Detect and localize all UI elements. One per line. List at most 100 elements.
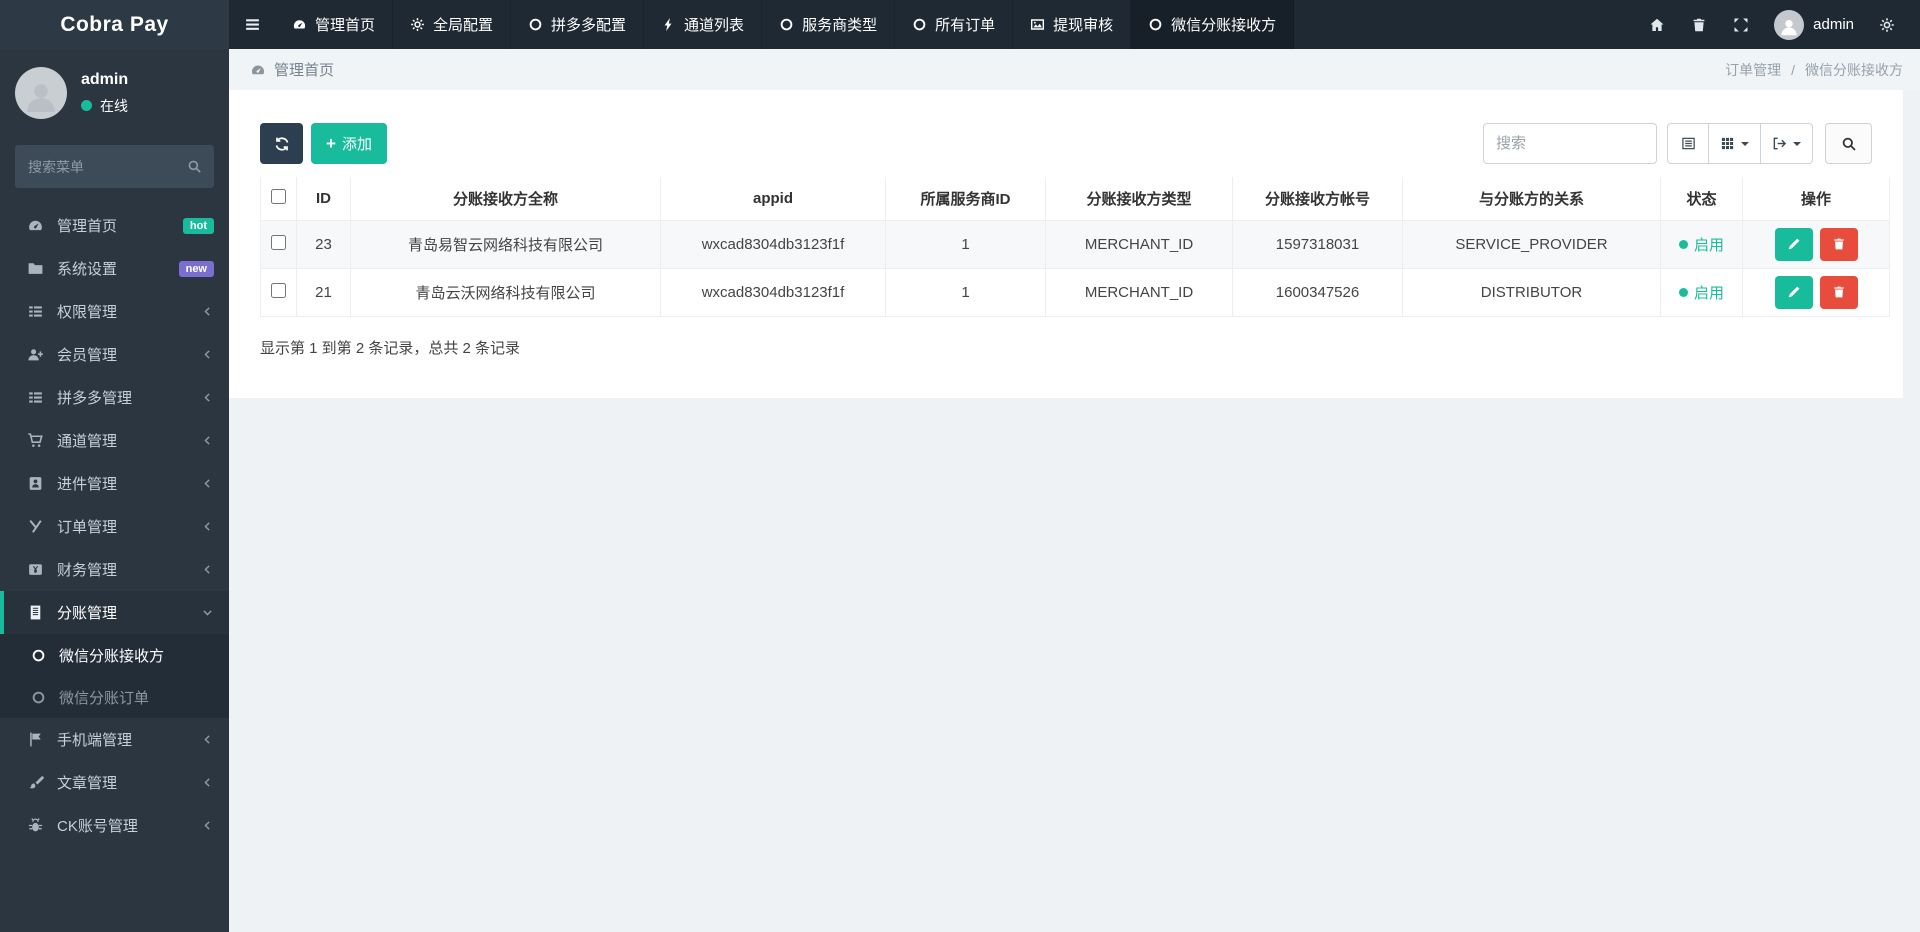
circle-icon (529, 18, 542, 31)
breadcrumb-separator: / (1791, 61, 1795, 78)
chevron-left-icon (201, 305, 214, 318)
bug-icon (28, 818, 43, 832)
sidebar-profile: admin 在线 (0, 49, 229, 135)
status-dot-icon (1678, 239, 1688, 249)
tab-pdd-config[interactable]: 拼多多配置 (511, 0, 645, 49)
username-label: admin (1813, 16, 1854, 33)
tab-label: 微信分账接收方 (1171, 17, 1277, 34)
avatar (1774, 9, 1805, 40)
sidebar-item-system-settings[interactable]: 系统设置 new (0, 247, 229, 290)
delete-button[interactable] (1819, 275, 1858, 309)
sidebar-item-wechat-sharing-orders[interactable]: 微信分账订单 (0, 676, 229, 718)
row-checkbox[interactable] (271, 234, 286, 250)
chevron-left-icon (201, 434, 214, 447)
sidebar-item-articles[interactable]: 文章管理 (0, 761, 229, 804)
menu-search (15, 145, 214, 188)
tab-label: 拼多多配置 (551, 17, 627, 34)
sidebar-item-ck-accounts[interactable]: CK账号管理 (0, 804, 229, 847)
tab-label: 管理首页 (315, 17, 376, 34)
sidebar-item-permissions[interactable]: 权限管理 (0, 290, 229, 333)
sidebar-item-mobile[interactable]: 手机端管理 (0, 718, 229, 761)
image-icon (1031, 19, 1045, 30)
chevron-left-icon (201, 520, 214, 533)
tab-all-orders[interactable]: 所有订单 (895, 0, 1014, 49)
circle-icon (913, 18, 926, 31)
sidebar-item-finance[interactable]: 财务管理 (0, 548, 229, 591)
circle-icon (780, 18, 793, 31)
tab-wechat-receivers[interactable]: 微信分账接收方 (1131, 0, 1295, 49)
topbar-right: admin (1636, 0, 1920, 49)
detail-view-button[interactable] (1667, 123, 1709, 164)
cell-relation: DISTRIBUTOR (1402, 267, 1661, 317)
tab-provider-type[interactable]: 服务商类型 (762, 0, 896, 49)
sidebar-item-channels[interactable]: 通道管理 (0, 419, 229, 462)
settings-button[interactable] (1866, 0, 1908, 49)
gauge-icon (29, 220, 42, 231)
table-search-input[interactable] (1483, 123, 1657, 164)
sidebar-item-orders[interactable]: 订单管理 (0, 505, 229, 548)
detail-list-icon (1681, 137, 1695, 150)
fullscreen-button[interactable] (1720, 0, 1762, 49)
refresh-button[interactable] (260, 123, 303, 164)
sidebar-item-dashboard[interactable]: 管理首页 hot (0, 204, 229, 247)
sidebar-item-wechat-receivers[interactable]: 微信分账接收方 (0, 634, 229, 676)
search-button[interactable] (1825, 123, 1872, 164)
edit-button[interactable] (1774, 275, 1813, 309)
tab-withdraw-review[interactable]: 提现审核 (1013, 0, 1132, 49)
gears-icon (1880, 17, 1894, 32)
record-summary: 显示第 1 到第 2 条记录，总共 2 条记录 (260, 339, 521, 357)
delete-button[interactable] (1819, 227, 1858, 261)
status-badge: 启用 (1678, 282, 1724, 303)
online-status: 在线 (81, 96, 128, 116)
trash-icon (1833, 286, 1844, 298)
sidebar-item-onboarding[interactable]: 进件管理 (0, 462, 229, 505)
folder-icon (28, 263, 43, 274)
list-icon (29, 306, 42, 317)
top-nav: 管理首页 全局配置 拼多多配置 通道列表 服务商类型 所有订单 提现审核 微信分… (229, 0, 1636, 49)
chevron-left-icon (201, 563, 214, 576)
tab-label: 服务商类型 (802, 17, 878, 34)
sidebar-toggle-button[interactable] (229, 0, 275, 49)
user-menu[interactable]: admin (1762, 9, 1866, 40)
online-label: 在线 (100, 97, 128, 114)
cell-id: 21 (296, 267, 351, 317)
status-badge: 启用 (1678, 234, 1724, 255)
columns-button[interactable] (1709, 123, 1761, 164)
breadcrumb-home-link[interactable]: 管理首页 (250, 59, 334, 80)
breadcrumb-bar: 管理首页 订单管理 / 微信分账接收方 (229, 49, 1920, 90)
col-header-type: 分账接收方类型 (1045, 177, 1233, 221)
trash-icon (1693, 18, 1705, 31)
pointer-icon (29, 520, 42, 533)
home-button[interactable] (1636, 0, 1678, 49)
chevron-left-icon (201, 391, 214, 404)
gauge-icon (293, 20, 306, 29)
tab-global-config[interactable]: 全局配置 (393, 0, 512, 49)
sidebar-item-members[interactable]: 会员管理 (0, 333, 229, 376)
row-checkbox[interactable] (271, 282, 286, 298)
brush-icon (29, 776, 44, 789)
tab-channel-list[interactable]: 通道列表 (644, 0, 763, 49)
menu-search-input[interactable] (15, 145, 214, 188)
table-view-button-group (1667, 123, 1813, 164)
tab-dashboard[interactable]: 管理首页 (275, 0, 394, 49)
add-button[interactable]: + 添加 (311, 123, 387, 164)
sidebar-item-profit-sharing[interactable]: 分账管理 (0, 591, 229, 634)
cart-icon (28, 433, 43, 447)
clear-cache-button[interactable] (1678, 0, 1720, 49)
cell-name: 青岛易智云网络科技有限公司 (350, 219, 661, 269)
profit-sharing-submenu: 微信分账接收方 微信分账订单 (0, 634, 229, 718)
col-header-relation: 与分账方的关系 (1402, 177, 1661, 221)
gauge-icon (252, 65, 264, 74)
select-all-checkbox[interactable] (271, 188, 286, 204)
breadcrumb-parent: 订单管理 (1725, 61, 1782, 78)
sidebar-item-pdd[interactable]: 拼多多管理 (0, 376, 229, 419)
edit-button[interactable] (1774, 227, 1813, 261)
id-card-icon (29, 477, 42, 490)
table-row: 21 青岛云沃网络科技有限公司 wxcad8304db3123f1f 1 MER… (260, 267, 1890, 317)
new-badge: new (178, 260, 214, 277)
user-plus-icon (28, 349, 43, 361)
col-header-provider-id: 所属服务商ID (885, 177, 1046, 221)
avatar (15, 67, 67, 119)
export-button[interactable] (1761, 123, 1813, 164)
circle-icon (1149, 18, 1162, 31)
